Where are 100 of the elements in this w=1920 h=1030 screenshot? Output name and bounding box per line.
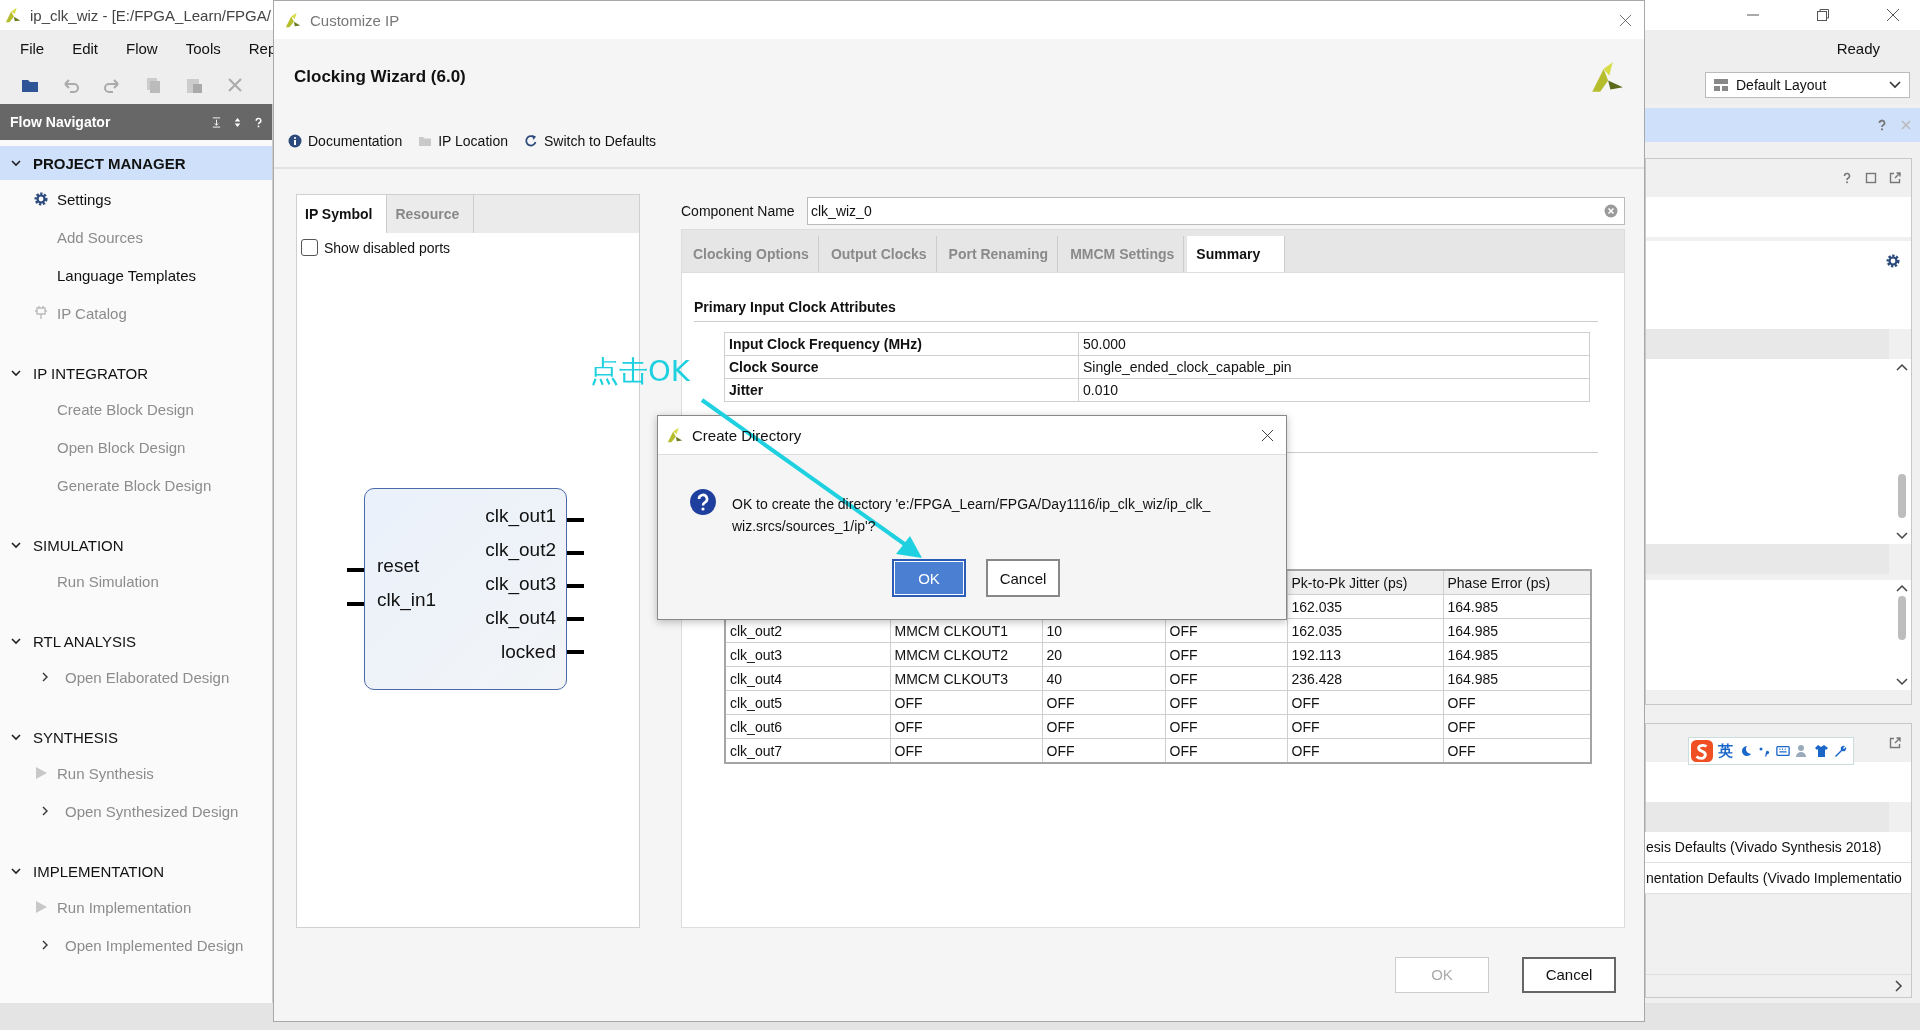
table-cell: OFF (1042, 714, 1165, 739)
table-cell: 236.428 (1287, 666, 1443, 691)
navigator-item[interactable]: Settings (0, 180, 272, 218)
keyboard-icon[interactable] (1776, 744, 1790, 758)
section-header[interactable]: PROJECT MANAGER (0, 146, 272, 180)
help-icon[interactable] (1876, 119, 1888, 131)
port-label: clk_out4 (485, 606, 556, 631)
table-cell: Input Clock Frequency (MHz) (724, 332, 1079, 356)
close-icon[interactable] (1886, 8, 1900, 22)
message-text: wiz.srcs/sources_1/ip'? (732, 517, 877, 536)
section-header[interactable]: SIMULATION (0, 528, 272, 562)
close-icon[interactable] (1261, 428, 1274, 442)
refresh-icon (523, 134, 538, 148)
table-cell: clk_out3 (725, 642, 890, 667)
chevron-icon (10, 539, 22, 551)
table-cell: OFF (890, 690, 1042, 715)
language-indicator[interactable]: 英 (1718, 741, 1733, 761)
scroll-right-icon[interactable] (1895, 980, 1903, 992)
port-label: clk_out1 (485, 504, 556, 529)
pop-out-icon[interactable] (1889, 737, 1901, 749)
scroll-down-icon[interactable] (1896, 532, 1908, 540)
layout-dropdown[interactable]: Default Layout (1705, 72, 1910, 98)
section-header[interactable]: IP INTEGRATOR (0, 356, 272, 390)
ok-button[interactable]: OK (892, 559, 966, 597)
play-icon (33, 899, 49, 915)
maximize-icon[interactable] (1865, 172, 1877, 184)
column-header: Phase Error (ps) (1443, 570, 1591, 595)
section-header[interactable]: IMPLEMENTATION (0, 854, 272, 888)
table-cell: 20 (1042, 642, 1165, 667)
table-cell: 192.113 (1287, 642, 1443, 667)
cancel-button[interactable]: Cancel (986, 559, 1060, 597)
scrollbar-thumb[interactable] (1898, 474, 1906, 518)
scroll-up-icon[interactable] (1896, 363, 1908, 371)
table-cell: 40 (1042, 666, 1165, 691)
chevron-icon (10, 157, 22, 169)
tab[interactable]: Summary (1187, 236, 1286, 272)
table-cell: MMCM CLKOUT3 (890, 666, 1042, 691)
table-cell: Jitter (724, 378, 1079, 402)
navigator-item[interactable]: Language Templates (0, 256, 272, 294)
logo-icon (1590, 60, 1624, 94)
menu-item[interactable]: Edit (72, 39, 99, 57)
help-icon[interactable] (1841, 172, 1853, 184)
checkbox[interactable] (301, 239, 318, 256)
table-cell: OFF (1042, 690, 1165, 715)
scroll-down-icon[interactable] (1896, 678, 1908, 686)
column-header: Pk-to-Pk Jitter (ps) (1287, 570, 1443, 595)
menu-item[interactable]: File (20, 39, 45, 57)
sort-icon[interactable] (232, 116, 243, 128)
question-icon (690, 489, 716, 515)
status-text: Ready (1836, 39, 1880, 57)
table-cell: 0.010 (1078, 378, 1590, 402)
field-label: Component Name (680, 203, 796, 219)
restore-icon[interactable] (1816, 8, 1830, 22)
gear-icon (33, 191, 49, 207)
pop-out-icon[interactable] (1889, 172, 1901, 184)
section-header[interactable]: RTL ANALYSIS (0, 624, 272, 658)
menu-item[interactable]: Tools (185, 39, 221, 57)
chevron-icon (10, 367, 22, 379)
toolbar-link[interactable]: Switch to Defaults (523, 133, 657, 149)
close-icon[interactable] (1619, 13, 1632, 27)
window-title: Customize IP (310, 11, 400, 29)
section-header[interactable]: SYNTHESIS (0, 720, 272, 754)
window-title: ip_clk_wiz - [E:/FPGA_Learn/FPGA/ (30, 6, 271, 24)
table-cell: 50.000 (1078, 332, 1590, 356)
table-cell: clk_out4 (725, 666, 890, 691)
chevron-down-icon (1889, 81, 1901, 89)
table-cell: clk_out6 (725, 714, 890, 739)
table-cell: Clock Source (724, 355, 1079, 379)
app-logo-icon (4, 6, 22, 24)
table-cell: Single_ended_clock_capable_pin (1078, 355, 1590, 379)
toolbar-link[interactable]: IP Location (418, 133, 508, 149)
table-cell: OFF (1287, 714, 1443, 739)
gear-icon[interactable] (1885, 253, 1901, 269)
info-icon (288, 134, 302, 148)
wrench-icon[interactable] (1833, 744, 1847, 758)
table-cell: OFF (1165, 642, 1287, 667)
port-label: reset (377, 554, 421, 578)
input-method-logo-icon[interactable] (1691, 740, 1713, 762)
section-title: Primary Input Clock Attributes (694, 299, 897, 315)
table-cell: OFF (1287, 690, 1443, 715)
scrollbar-thumb[interactable] (1898, 596, 1906, 640)
shirt-icon[interactable] (1814, 744, 1828, 758)
table-cell: OFF (890, 714, 1042, 739)
port-label: clk_in1 (377, 588, 437, 613)
collapse-all-icon[interactable] (211, 116, 222, 128)
component-name-field[interactable]: clk_wiz_0 (807, 197, 1625, 225)
chevron-icon (10, 731, 22, 743)
table-cell: MMCM CLKOUT2 (890, 642, 1042, 667)
table-cell: OFF (1165, 666, 1287, 691)
clear-icon[interactable] (1604, 204, 1618, 218)
help-icon[interactable] (253, 116, 264, 128)
panel-title: Flow Navigator (10, 114, 111, 130)
menu-item[interactable]: Flow (126, 39, 158, 57)
app-logo-icon (284, 11, 302, 29)
tab[interactable]: IP Symbol (297, 195, 388, 233)
cancel-button[interactable]: Cancel (1522, 956, 1616, 993)
port-label: clk_out2 (485, 538, 556, 563)
scroll-up-icon[interactable] (1896, 584, 1908, 592)
toolbar-link[interactable]: Documentation (288, 133, 403, 149)
plug-icon (33, 305, 49, 321)
